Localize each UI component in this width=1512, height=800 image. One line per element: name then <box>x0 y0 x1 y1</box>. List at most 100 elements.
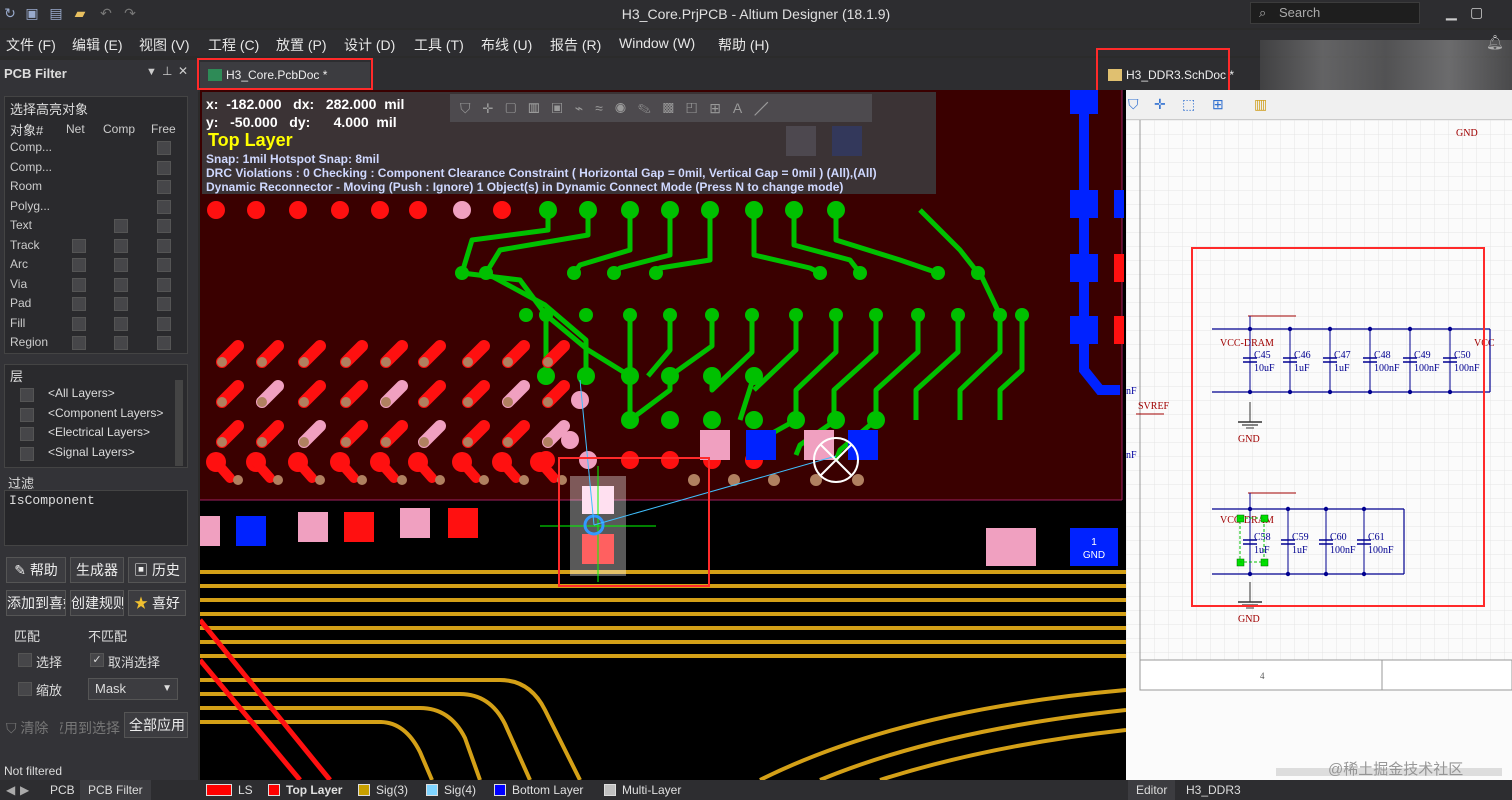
bottom-tab-pcb-filter[interactable]: PCB Filter <box>80 780 151 800</box>
mask-dropdown[interactable]: Mask ▼ <box>88 678 178 700</box>
search-box[interactable]: ⌕ Search <box>1250 2 1420 24</box>
menu-place[interactable]: 放置 (P) <box>276 35 327 55</box>
free-checkbox[interactable] <box>157 336 171 350</box>
layers-scrollbar[interactable] <box>175 380 183 466</box>
layer-checkbox[interactable] <box>20 407 34 422</box>
via <box>519 308 533 322</box>
menu-reports[interactable]: 报告 (R) <box>550 35 601 55</box>
add-to-favorites-button[interactable]: 添加到喜好 <box>6 590 66 616</box>
comp-checkbox[interactable] <box>114 219 128 233</box>
layer-checkbox[interactable] <box>20 446 34 461</box>
pin-icon[interactable]: ⊥ <box>162 64 172 78</box>
layer-item[interactable]: <Electrical Layers> <box>48 425 150 439</box>
via <box>703 411 721 429</box>
free-checkbox[interactable] <box>157 141 171 155</box>
layer-checkbox[interactable] <box>20 427 34 441</box>
favorites-button[interactable]: ★ 喜好 <box>128 590 186 616</box>
layer-tab[interactable]: LS <box>206 782 253 798</box>
help-button[interactable]: ✎ 帮助 <box>6 557 66 583</box>
select-checkbox[interactable] <box>18 653 32 667</box>
via <box>567 266 581 280</box>
via <box>621 367 639 385</box>
menu-project[interactable]: 工程 (C) <box>208 35 259 55</box>
menu-help[interactable]: 帮助 (H) <box>718 35 769 55</box>
filter-query-field[interactable]: IsComponent <box>4 490 188 546</box>
layer-item[interactable]: <Signal Layers> <box>48 445 135 459</box>
via <box>785 201 803 219</box>
scroll-left-icon[interactable]: ◀ <box>6 780 20 800</box>
layer-item[interactable]: <Component Layers> <box>48 406 163 420</box>
free-checkbox[interactable] <box>157 199 171 214</box>
create-rule-button[interactable]: 创建规则 <box>70 590 124 616</box>
maximize-button[interactable]: ▢ <box>1470 4 1483 21</box>
filter-object-label: Arc <box>10 257 28 271</box>
history-button[interactable]: ▣ 历史 <box>128 557 186 583</box>
filter-object-label: Region <box>10 335 49 349</box>
obj-header-comp: Comp <box>103 122 136 136</box>
panel-menu-icon[interactable]: ▼ <box>146 66 157 78</box>
star-icon: ★ <box>134 595 152 611</box>
zoom-checkbox[interactable] <box>18 682 32 696</box>
layer-checkbox[interactable] <box>20 388 34 402</box>
layer-tab[interactable]: Top Layer <box>268 782 342 798</box>
free-checkbox[interactable] <box>157 180 171 194</box>
layer-item[interactable]: <All Layers> <box>48 386 115 400</box>
menu-design[interactable]: 设计 (D) <box>344 35 395 55</box>
free-checkbox[interactable] <box>157 160 171 175</box>
net-checkbox[interactable] <box>72 336 86 350</box>
layer-tab[interactable]: Bottom Layer <box>494 782 583 798</box>
menu-file[interactable]: 文件 (F) <box>6 35 56 55</box>
free-checkbox[interactable] <box>157 219 171 233</box>
sch-select-icon[interactable]: ⬚ <box>1182 96 1195 113</box>
pad-hole <box>217 357 227 367</box>
via <box>577 367 595 385</box>
menu-tools[interactable]: 工具 (T) <box>414 35 464 55</box>
comp-checkbox[interactable] <box>114 297 128 311</box>
active-bar-toolbar[interactable]: ⛉✛▢▥▣⌁≈◉✎▩◰⊞A╱ <box>450 94 872 122</box>
builder-button[interactable]: 生成器 <box>70 557 124 583</box>
comp-checkbox[interactable] <box>114 277 128 292</box>
comp-checkbox[interactable] <box>114 258 128 272</box>
free-checkbox[interactable] <box>157 258 171 272</box>
net-checkbox[interactable] <box>72 316 86 331</box>
sch-toolbar[interactable]: ⛉ ✛ ⬚ ⊞ ▥ <box>1126 90 1512 120</box>
sch-filter-icon[interactable]: ⛉ <box>1128 96 1139 113</box>
pad-hole <box>397 475 407 485</box>
layer-tab[interactable]: Sig(4) <box>426 782 476 798</box>
comp-checkbox[interactable] <box>114 238 128 253</box>
net-checkbox[interactable] <box>72 258 86 272</box>
close-icon[interactable]: ✕ <box>178 64 188 78</box>
clear-filter-button[interactable]: ⛉ 清除 <box>6 718 48 738</box>
comp-checkbox[interactable] <box>114 316 128 331</box>
smd-pad <box>561 431 579 449</box>
sch-move-icon[interactable]: ⊞ <box>1212 96 1224 113</box>
sch-part-icon[interactable]: ▥ <box>1254 96 1267 113</box>
filter-object-label: Comp... <box>10 140 53 154</box>
free-checkbox[interactable] <box>157 277 171 292</box>
layer-tab[interactable]: Sig(3) <box>358 782 408 798</box>
apply-all-button[interactable]: 全部应用 <box>124 712 188 738</box>
layer-tab[interactable]: Multi-Layer <box>604 782 681 798</box>
net-checkbox[interactable] <box>72 277 86 292</box>
scroll-right-icon[interactable]: ▶ <box>20 780 29 800</box>
menu-window[interactable]: Window (W) <box>619 35 695 51</box>
free-checkbox[interactable] <box>157 297 171 311</box>
filter-object-label: Comp... <box>10 159 53 174</box>
minimize-button[interactable]: ▁ <box>1446 4 1457 21</box>
pad-hole <box>341 397 351 407</box>
sch-tab-doc[interactable]: H3_DDR3 <box>1178 780 1249 800</box>
menu-route[interactable]: 布线 (U) <box>481 35 532 55</box>
deselect-checkbox[interactable]: ✓ <box>90 653 104 667</box>
menu-edit[interactable]: 编辑 (E) <box>72 35 123 55</box>
menu-view[interactable]: 视图 (V) <box>139 35 190 55</box>
sch-tab-editor[interactable]: Editor <box>1128 780 1176 800</box>
free-checkbox[interactable] <box>157 316 171 331</box>
apply-to-selection-button[interactable]: 应用到选择 <box>60 718 120 738</box>
filter-object-label: Room <box>10 179 43 193</box>
net-checkbox[interactable] <box>72 297 86 311</box>
net-checkbox[interactable] <box>72 238 86 253</box>
free-checkbox[interactable] <box>157 238 171 253</box>
comp-checkbox[interactable] <box>114 336 128 350</box>
sch-add-icon[interactable]: ✛ <box>1154 96 1166 113</box>
bottom-tab-pcb[interactable]: PCB <box>42 780 83 800</box>
